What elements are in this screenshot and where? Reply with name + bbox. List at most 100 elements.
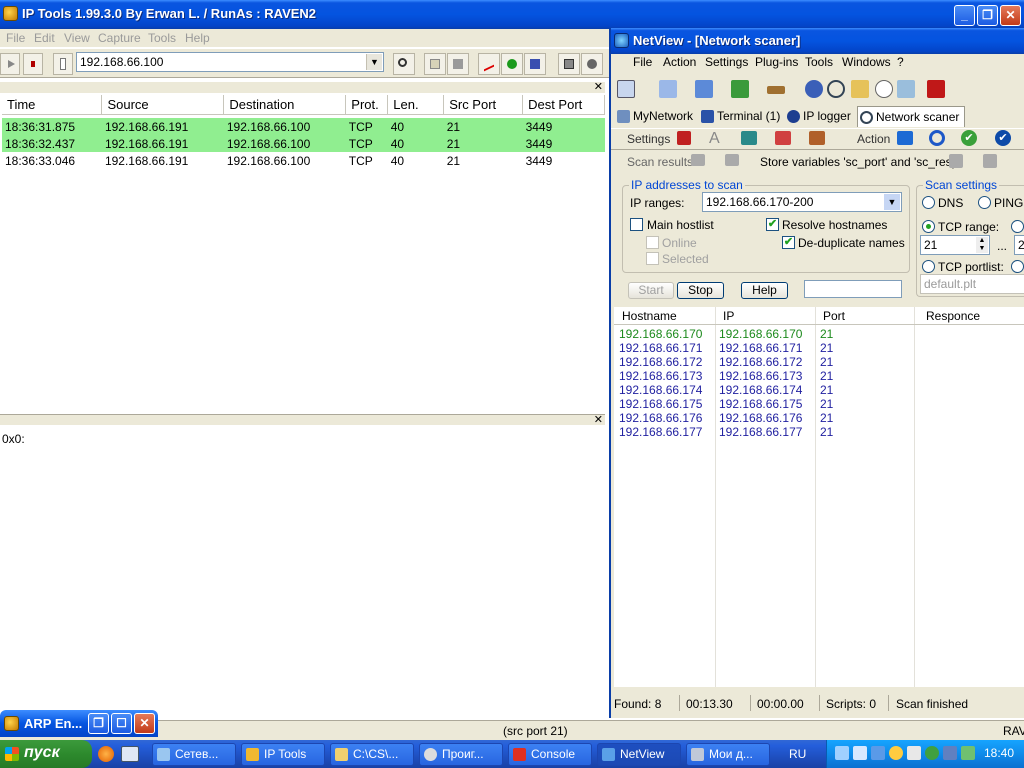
nv-menu-action[interactable]: Action — [663, 55, 696, 69]
dedup-names-checkbox[interactable]: ✔ — [782, 236, 795, 249]
address-combobox[interactable]: ▼ — [76, 52, 384, 72]
col-destination[interactable]: Destination — [223, 95, 347, 115]
close-panel-icon[interactable]: ✕ — [594, 413, 603, 426]
stepper-arrows-icon[interactable]: ▲ ▼ — [976, 237, 988, 253]
computers-icon[interactable] — [558, 53, 580, 75]
col-protocol[interactable]: Prot. — [345, 95, 389, 115]
ip-ranges-combobox[interactable]: 192.168.66.170-200 ▼ — [702, 192, 902, 212]
terminal-icon[interactable] — [695, 80, 713, 98]
list-item[interactable]: 192.168.66.176 192.168.66.176 21 — [614, 411, 1024, 425]
menu-capture[interactable]: Capture — [98, 29, 141, 47]
language-indicator[interactable]: RU — [789, 747, 806, 761]
ping-radio[interactable] — [978, 196, 991, 209]
table-icon[interactable] — [741, 131, 757, 145]
tray-security-icon[interactable] — [961, 746, 975, 760]
table-row[interactable]: 18:36:31.875 192.168.66.191 192.168.66.1… — [2, 118, 605, 135]
close-panel-icon[interactable]: ✕ — [594, 80, 603, 93]
task-console[interactable]: Console — [508, 743, 592, 766]
chevron-down-icon[interactable]: ▼ — [884, 194, 900, 210]
col-src-port[interactable]: Src Port — [443, 95, 524, 115]
tray-update-icon[interactable] — [925, 746, 939, 760]
play-icon[interactable] — [0, 53, 20, 75]
clock[interactable]: 18:40 — [984, 746, 1014, 760]
selected-checkbox[interactable] — [646, 252, 659, 265]
col-hostname[interactable]: Hostname — [622, 309, 677, 323]
tray-speaker-icon[interactable] — [907, 746, 921, 760]
web-icon[interactable] — [897, 80, 915, 98]
resolve-hostnames-checkbox[interactable]: ✔ — [766, 218, 779, 231]
col-length[interactable]: Len. — [387, 95, 445, 115]
tools-cross-icon[interactable] — [809, 131, 825, 145]
iptools-title-bar[interactable]: IP Tools 1.99.3.0 By Erwan L. / RunAs : … — [0, 0, 1024, 29]
start-button[interactable]: Start — [628, 282, 674, 299]
menu-view[interactable]: View — [64, 29, 90, 47]
nv-menu-windows[interactable]: Windows — [842, 55, 891, 69]
open-folder-icon[interactable] — [424, 53, 446, 75]
tcp-range-radio[interactable] — [922, 220, 935, 233]
netview-title-bar[interactable]: NetView - [Network scaner] — [611, 28, 1024, 54]
list-item[interactable]: 192.168.66.173 192.168.66.173 21 — [614, 369, 1024, 383]
col-responce[interactable]: Responce — [926, 309, 980, 323]
menu-help[interactable]: Help — [185, 29, 210, 47]
tab-ip-logger[interactable]: IP logger — [785, 106, 851, 127]
stop-button[interactable]: Stop — [677, 282, 724, 299]
refresh-icon[interactable] — [929, 130, 945, 146]
address-input[interactable] — [80, 54, 364, 70]
task-player[interactable]: Проиг... — [419, 743, 503, 766]
tab-terminal[interactable]: Terminal (1) — [699, 106, 780, 127]
monitor-icon[interactable] — [725, 154, 739, 166]
new-document-icon[interactable] — [53, 53, 73, 75]
arp-close-button[interactable]: ✕ — [134, 713, 155, 734]
stop-capture-icon[interactable] — [23, 53, 43, 75]
portlist-field[interactable]: default.plt — [920, 274, 1024, 294]
copy-icon[interactable] — [983, 154, 997, 168]
power-icon[interactable] — [927, 80, 945, 98]
nv-menu-settings[interactable]: Settings — [705, 55, 748, 69]
tcp-portlist-radio[interactable] — [922, 260, 935, 273]
find-icon[interactable] — [827, 80, 845, 98]
tray-signal-icon[interactable] — [853, 746, 867, 760]
arp-minimized-window[interactable]: ARP En... ❐ ☐ ✕ — [0, 710, 158, 737]
network-icon[interactable] — [501, 53, 523, 75]
col-source[interactable]: Source — [101, 95, 225, 115]
menu-tools[interactable]: Tools — [148, 29, 176, 47]
menu-file[interactable]: File — [6, 29, 25, 47]
dns-radio[interactable] — [922, 196, 935, 209]
nv-menu-plugins[interactable]: Plug-ins — [755, 55, 798, 69]
tab-network-scaner[interactable]: Network scaner — [857, 106, 966, 127]
nv-menu-help[interactable]: ? — [897, 55, 904, 69]
task-documents[interactable]: Мои д... — [686, 743, 770, 766]
nv-menu-file[interactable]: File — [633, 55, 652, 69]
task-iptools[interactable]: IP Tools — [241, 743, 325, 766]
show-desktop-icon[interactable] — [121, 746, 139, 762]
scan-results-label[interactable]: Scan results — [627, 155, 693, 169]
font-icon[interactable]: A — [709, 131, 727, 149]
restore-button[interactable]: ❐ — [977, 5, 998, 26]
tab-mynetwork[interactable]: MyNetwork — [615, 106, 693, 127]
chevron-down-icon[interactable]: ▼ — [366, 54, 382, 70]
filter-icon[interactable] — [524, 53, 546, 75]
task-netview[interactable]: NetView — [597, 743, 681, 766]
tray-shield-icon[interactable] — [889, 746, 903, 760]
list-item[interactable]: 192.168.66.172 192.168.66.172 21 — [614, 355, 1024, 369]
graph-icon[interactable] — [478, 53, 500, 75]
close-button[interactable]: ✕ — [1000, 5, 1021, 26]
menu-edit[interactable]: Edit — [34, 29, 55, 47]
minimize-button[interactable]: _ — [954, 5, 975, 26]
save-icon[interactable] — [447, 53, 469, 75]
list-item[interactable]: 192.168.66.174 192.168.66.174 21 — [614, 383, 1024, 397]
monitor-icon[interactable] — [691, 154, 705, 166]
globe-icon[interactable] — [805, 80, 823, 98]
export-icon[interactable] — [949, 154, 963, 168]
ok-icon[interactable]: ✔ — [961, 130, 977, 146]
col-dest-port[interactable]: Dest Port — [522, 95, 605, 115]
tray-monitor-icon[interactable] — [871, 746, 885, 760]
tray-device-icon[interactable] — [943, 746, 957, 760]
message-icon[interactable] — [875, 80, 893, 98]
online-checkbox[interactable] — [646, 236, 659, 249]
task-network[interactable]: Сетев... — [152, 743, 236, 766]
settings-label[interactable]: Settings — [627, 132, 670, 146]
folder-search-icon[interactable] — [851, 80, 869, 98]
list-item[interactable]: 192.168.66.171 192.168.66.171 21 — [614, 341, 1024, 355]
firefox-icon[interactable] — [98, 746, 114, 762]
